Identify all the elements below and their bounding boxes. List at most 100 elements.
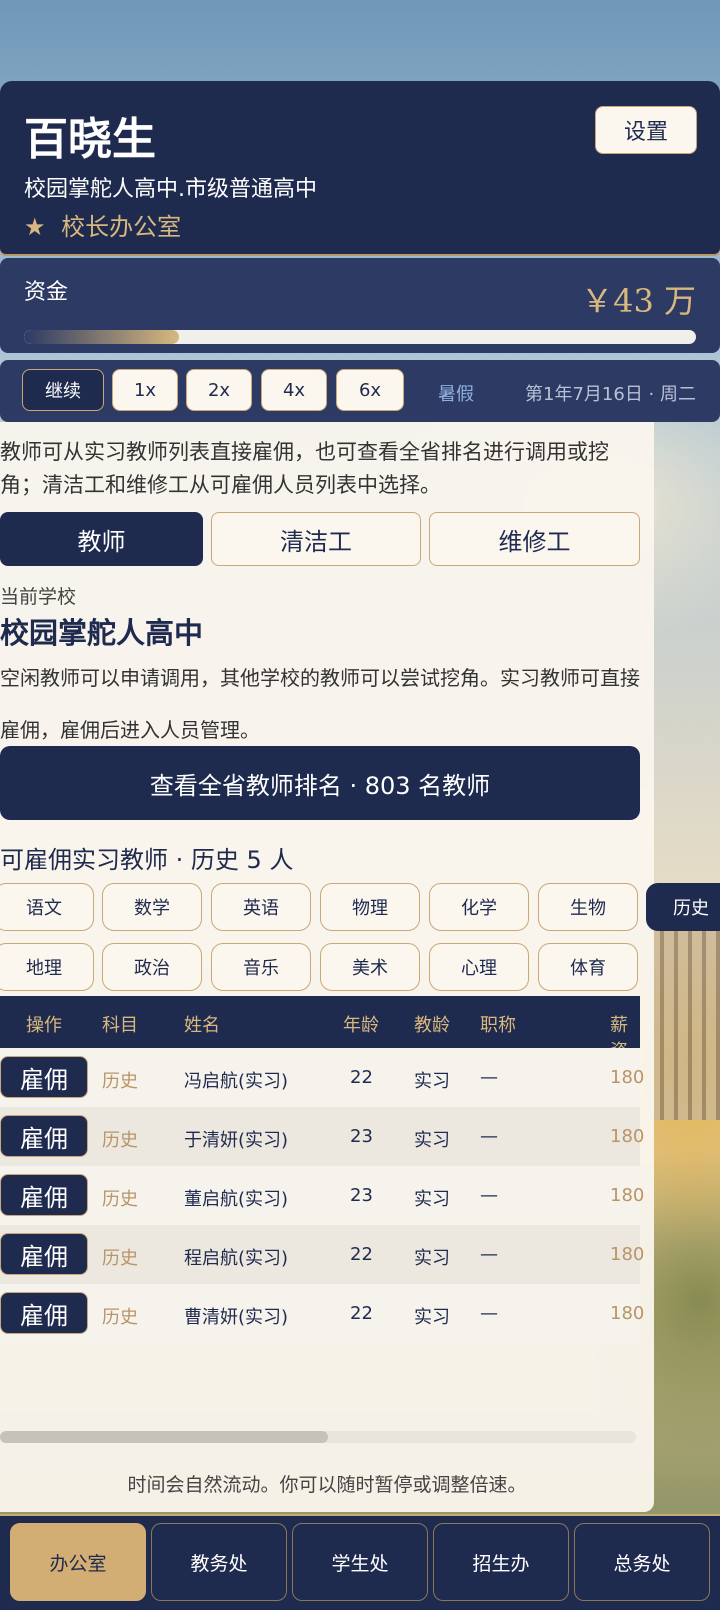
cell-age: 23 [350, 1126, 373, 1147]
cell-tenure: 实习 [414, 1071, 450, 1092]
cell-tenure: 实习 [414, 1189, 450, 1210]
nav-academic-affairs[interactable]: 教务处 [151, 1523, 287, 1601]
intern-list-title: 可雇佣实习教师 · 历史 5 人 [0, 846, 294, 874]
funds-progress-fill [24, 330, 179, 344]
cell-tenure: 实习 [414, 1307, 450, 1328]
subject-math[interactable]: 数学 [102, 883, 202, 931]
speed-1x-button[interactable]: 1x [112, 369, 178, 411]
table-row: 雇佣 历史 于清妍(实习) 23 实习 — 180 [0, 1107, 644, 1166]
time-controls: 继续 1x 2x 4x 6x 暑假 第1年7月16日 · 周二 [0, 360, 720, 422]
subject-psychology[interactable]: 心理 [429, 943, 529, 991]
subject-music[interactable]: 音乐 [211, 943, 311, 991]
cell-title: — [480, 1185, 498, 1206]
view-rankings-button[interactable]: 查看全省教师排名 · 803 名教师 [0, 746, 640, 820]
subject-physics[interactable]: 物理 [320, 883, 420, 931]
date-label: 第1年7月16日 · 周二 [525, 384, 696, 405]
header-action: 操作 [26, 1015, 62, 1036]
school-subtitle: 校园掌舵人高中.市级普通高中 [24, 177, 317, 202]
speed-6x-button[interactable]: 6x [336, 369, 404, 411]
cell-salary: 180 [610, 1303, 645, 1324]
subject-politics[interactable]: 政治 [102, 943, 202, 991]
hire-button[interactable]: 雇佣 [0, 1292, 88, 1334]
nav-office[interactable]: 办公室 [10, 1523, 146, 1601]
header-subject: 科目 [102, 1015, 138, 1036]
header-age: 年龄 [343, 1015, 379, 1036]
cell-title: — [480, 1126, 498, 1147]
continue-button[interactable]: 继续 [22, 369, 104, 411]
office-location: ★ 校长办公室 [24, 207, 181, 242]
cell-salary: 180 [610, 1067, 645, 1088]
intern-table: 操作 科目 姓名 年龄 教龄 职称 薪资 雇佣 历史 冯启航(实习) 22 实习… [0, 996, 644, 1343]
cell-title: — [480, 1303, 498, 1324]
table-row: 雇佣 历史 冯启航(实习) 22 实习 — 180 [0, 1048, 644, 1107]
cell-subject: 历史 [102, 1189, 138, 1210]
header-title: 职称 [480, 1015, 516, 1036]
header-tenure: 教龄 [414, 1015, 450, 1036]
cell-name: 曹清妍(实习) [184, 1307, 289, 1328]
hire-button[interactable]: 雇佣 [0, 1056, 88, 1098]
nav-student-affairs[interactable]: 学生处 [292, 1523, 428, 1601]
time-hint: 时间会自然流动。你可以随时暂停或调整倍速。 [127, 1474, 527, 1496]
tab-maintenance[interactable]: 维修工 [429, 512, 640, 566]
hire-button[interactable]: 雇佣 [0, 1233, 88, 1275]
subject-english[interactable]: 英语 [211, 883, 311, 931]
cell-salary: 180 [610, 1244, 645, 1265]
hire-button[interactable]: 雇佣 [0, 1115, 88, 1157]
tab-teacher[interactable]: 教师 [0, 512, 203, 566]
nav-admissions[interactable]: 招生办 [433, 1523, 569, 1601]
subject-geography[interactable]: 地理 [0, 943, 94, 991]
subject-art[interactable]: 美术 [320, 943, 420, 991]
cell-salary: 180 [610, 1185, 645, 1206]
header-name: 姓名 [184, 1015, 220, 1036]
subject-chemistry[interactable]: 化学 [429, 883, 529, 931]
cell-age: 22 [350, 1303, 373, 1324]
tab-cleaner[interactable]: 清洁工 [211, 512, 421, 566]
office-label: 校长办公室 [61, 213, 182, 241]
cell-subject: 历史 [102, 1307, 138, 1328]
table-row: 雇佣 历史 曹清妍(实习) 22 实习 — 180 [0, 1284, 644, 1343]
header-card: 百晓生 校园掌舵人高中.市级普通高中 ★ 校长办公室 设置 [0, 81, 720, 254]
horizontal-scrollbar[interactable] [0, 1431, 636, 1443]
funds-card: 资金 ￥43 万 [0, 258, 720, 353]
speed-2x-button[interactable]: 2x [186, 369, 252, 411]
cell-salary: 180 [610, 1126, 645, 1147]
cell-tenure: 实习 [414, 1130, 450, 1151]
speed-4x-button[interactable]: 4x [261, 369, 327, 411]
background-building [650, 930, 720, 1120]
funds-value: ￥43 万 [581, 282, 696, 320]
table-header: 操作 科目 姓名 年龄 教龄 职称 薪资 [0, 996, 640, 1062]
star-icon: ★ [24, 213, 46, 241]
season-label: 暑假 [438, 384, 474, 405]
cell-age: 22 [350, 1244, 373, 1265]
cell-subject: 历史 [102, 1130, 138, 1151]
settings-button[interactable]: 设置 [595, 106, 697, 154]
cell-tenure: 实习 [414, 1248, 450, 1269]
cell-name: 程启航(实习) [184, 1248, 289, 1269]
subject-biology[interactable]: 生物 [538, 883, 638, 931]
cell-title: — [480, 1067, 498, 1088]
current-school-name: 校园掌舵人高中 [0, 616, 204, 650]
hire-button[interactable]: 雇佣 [0, 1174, 88, 1216]
page-title: 百晓生 [24, 114, 156, 165]
cell-age: 22 [350, 1067, 373, 1088]
cell-title: — [480, 1244, 498, 1265]
cell-subject: 历史 [102, 1248, 138, 1269]
school-description: 空闲教师可以申请调用，其他学校的教师可以尝试挖角。实习教师可直接雇佣，雇佣后进入… [0, 666, 640, 742]
table-row: 雇佣 历史 程启航(实习) 22 实习 — 180 [0, 1225, 644, 1284]
cell-age: 23 [350, 1185, 373, 1206]
hiring-panel[interactable]: 教师可从实习教师列表直接雇佣，也可查看全省排名进行调用或挖角；清洁工和维修工从可… [0, 422, 654, 1512]
subject-chinese[interactable]: 语文 [0, 883, 94, 931]
bottom-navigation: 办公室 教务处 学生处 招生办 总务处 [0, 1514, 720, 1610]
subject-history[interactable]: 历史 [646, 883, 720, 931]
scrollbar-thumb[interactable] [0, 1431, 328, 1443]
funds-label: 资金 [24, 280, 69, 305]
nav-general-affairs[interactable]: 总务处 [574, 1523, 710, 1601]
funds-progress-bar [24, 330, 696, 344]
table-row: 雇佣 历史 董启航(实习) 23 实习 — 180 [0, 1166, 644, 1225]
cell-name: 于清妍(实习) [184, 1130, 289, 1151]
cell-name: 董启航(实习) [184, 1189, 289, 1210]
hiring-description: 教师可从实习教师列表直接雇佣，也可查看全省排名进行调用或挖角；清洁工和维修工从可… [0, 440, 609, 497]
cell-name: 冯启航(实习) [184, 1071, 289, 1092]
cell-subject: 历史 [102, 1071, 138, 1092]
subject-pe[interactable]: 体育 [538, 943, 638, 991]
